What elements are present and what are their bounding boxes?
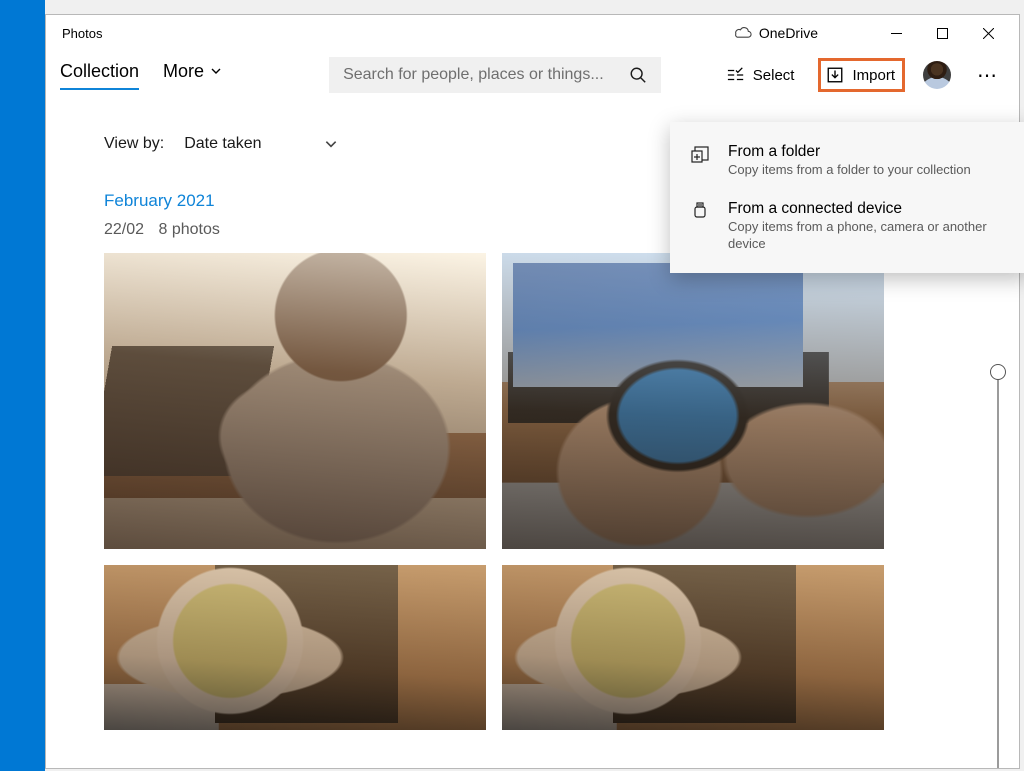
photos-app-window: Photos OneDrive Collection More Search f… (45, 14, 1020, 769)
photo-grid (104, 253, 884, 730)
section-count: 8 photos (159, 221, 220, 238)
maximize-button[interactable] (919, 18, 965, 48)
usb-icon (690, 201, 710, 221)
onedrive-label: OneDrive (759, 25, 818, 41)
search-placeholder: Search for people, places or things... (343, 66, 619, 84)
tab-more-label: More (163, 61, 204, 82)
dd-folder-subtitle: Copy items from a folder to your collect… (728, 162, 971, 179)
select-icon (727, 66, 745, 84)
import-icon (826, 66, 844, 84)
tab-more[interactable]: More (163, 61, 222, 88)
section-date: 22/02 (104, 221, 144, 238)
import-button[interactable]: Import (820, 60, 903, 90)
select-label: Select (753, 67, 795, 84)
view-by-dropdown[interactable]: Date taken (184, 129, 337, 159)
chevron-down-icon (324, 137, 338, 151)
select-button[interactable]: Select (721, 60, 801, 90)
import-from-device[interactable]: From a connected device Copy items from … (670, 189, 1024, 263)
dd-device-title: From a connected device (728, 199, 1010, 219)
search-icon (629, 66, 647, 84)
onedrive-status[interactable]: OneDrive (733, 25, 873, 41)
app-title: Photos (62, 26, 102, 41)
search-input[interactable]: Search for people, places or things... (329, 57, 661, 93)
scrubber-handle[interactable] (990, 364, 1006, 380)
folder-add-icon (690, 144, 710, 164)
more-menu-button[interactable]: ⋯ (971, 63, 1005, 88)
photo-thumbnail[interactable] (502, 565, 884, 730)
toolbar: Collection More Search for people, place… (46, 51, 1019, 99)
view-by-label: View by: (104, 135, 164, 153)
photo-thumbnail[interactable] (104, 253, 486, 549)
minimize-button[interactable] (873, 18, 919, 48)
tab-collection[interactable]: Collection (60, 61, 139, 90)
import-label: Import (852, 67, 895, 84)
photo-thumbnail[interactable] (104, 565, 486, 730)
photo-thumbnail[interactable] (502, 253, 884, 549)
titlebar: Photos OneDrive (46, 15, 1019, 51)
import-from-folder[interactable]: From a folder Copy items from a folder t… (670, 132, 1024, 189)
dd-device-subtitle: Copy items from a phone, camera or anoth… (728, 219, 1010, 253)
timeline-scrubber[interactable]: 2021 (997, 367, 999, 768)
dd-folder-title: From a folder (728, 142, 971, 162)
import-dropdown: From a folder Copy items from a folder t… (670, 122, 1024, 273)
close-button[interactable] (965, 18, 1011, 48)
view-by-value: Date taken (184, 135, 261, 153)
avatar[interactable] (923, 61, 951, 89)
chevron-down-icon (210, 65, 222, 77)
cloud-icon (733, 26, 753, 40)
